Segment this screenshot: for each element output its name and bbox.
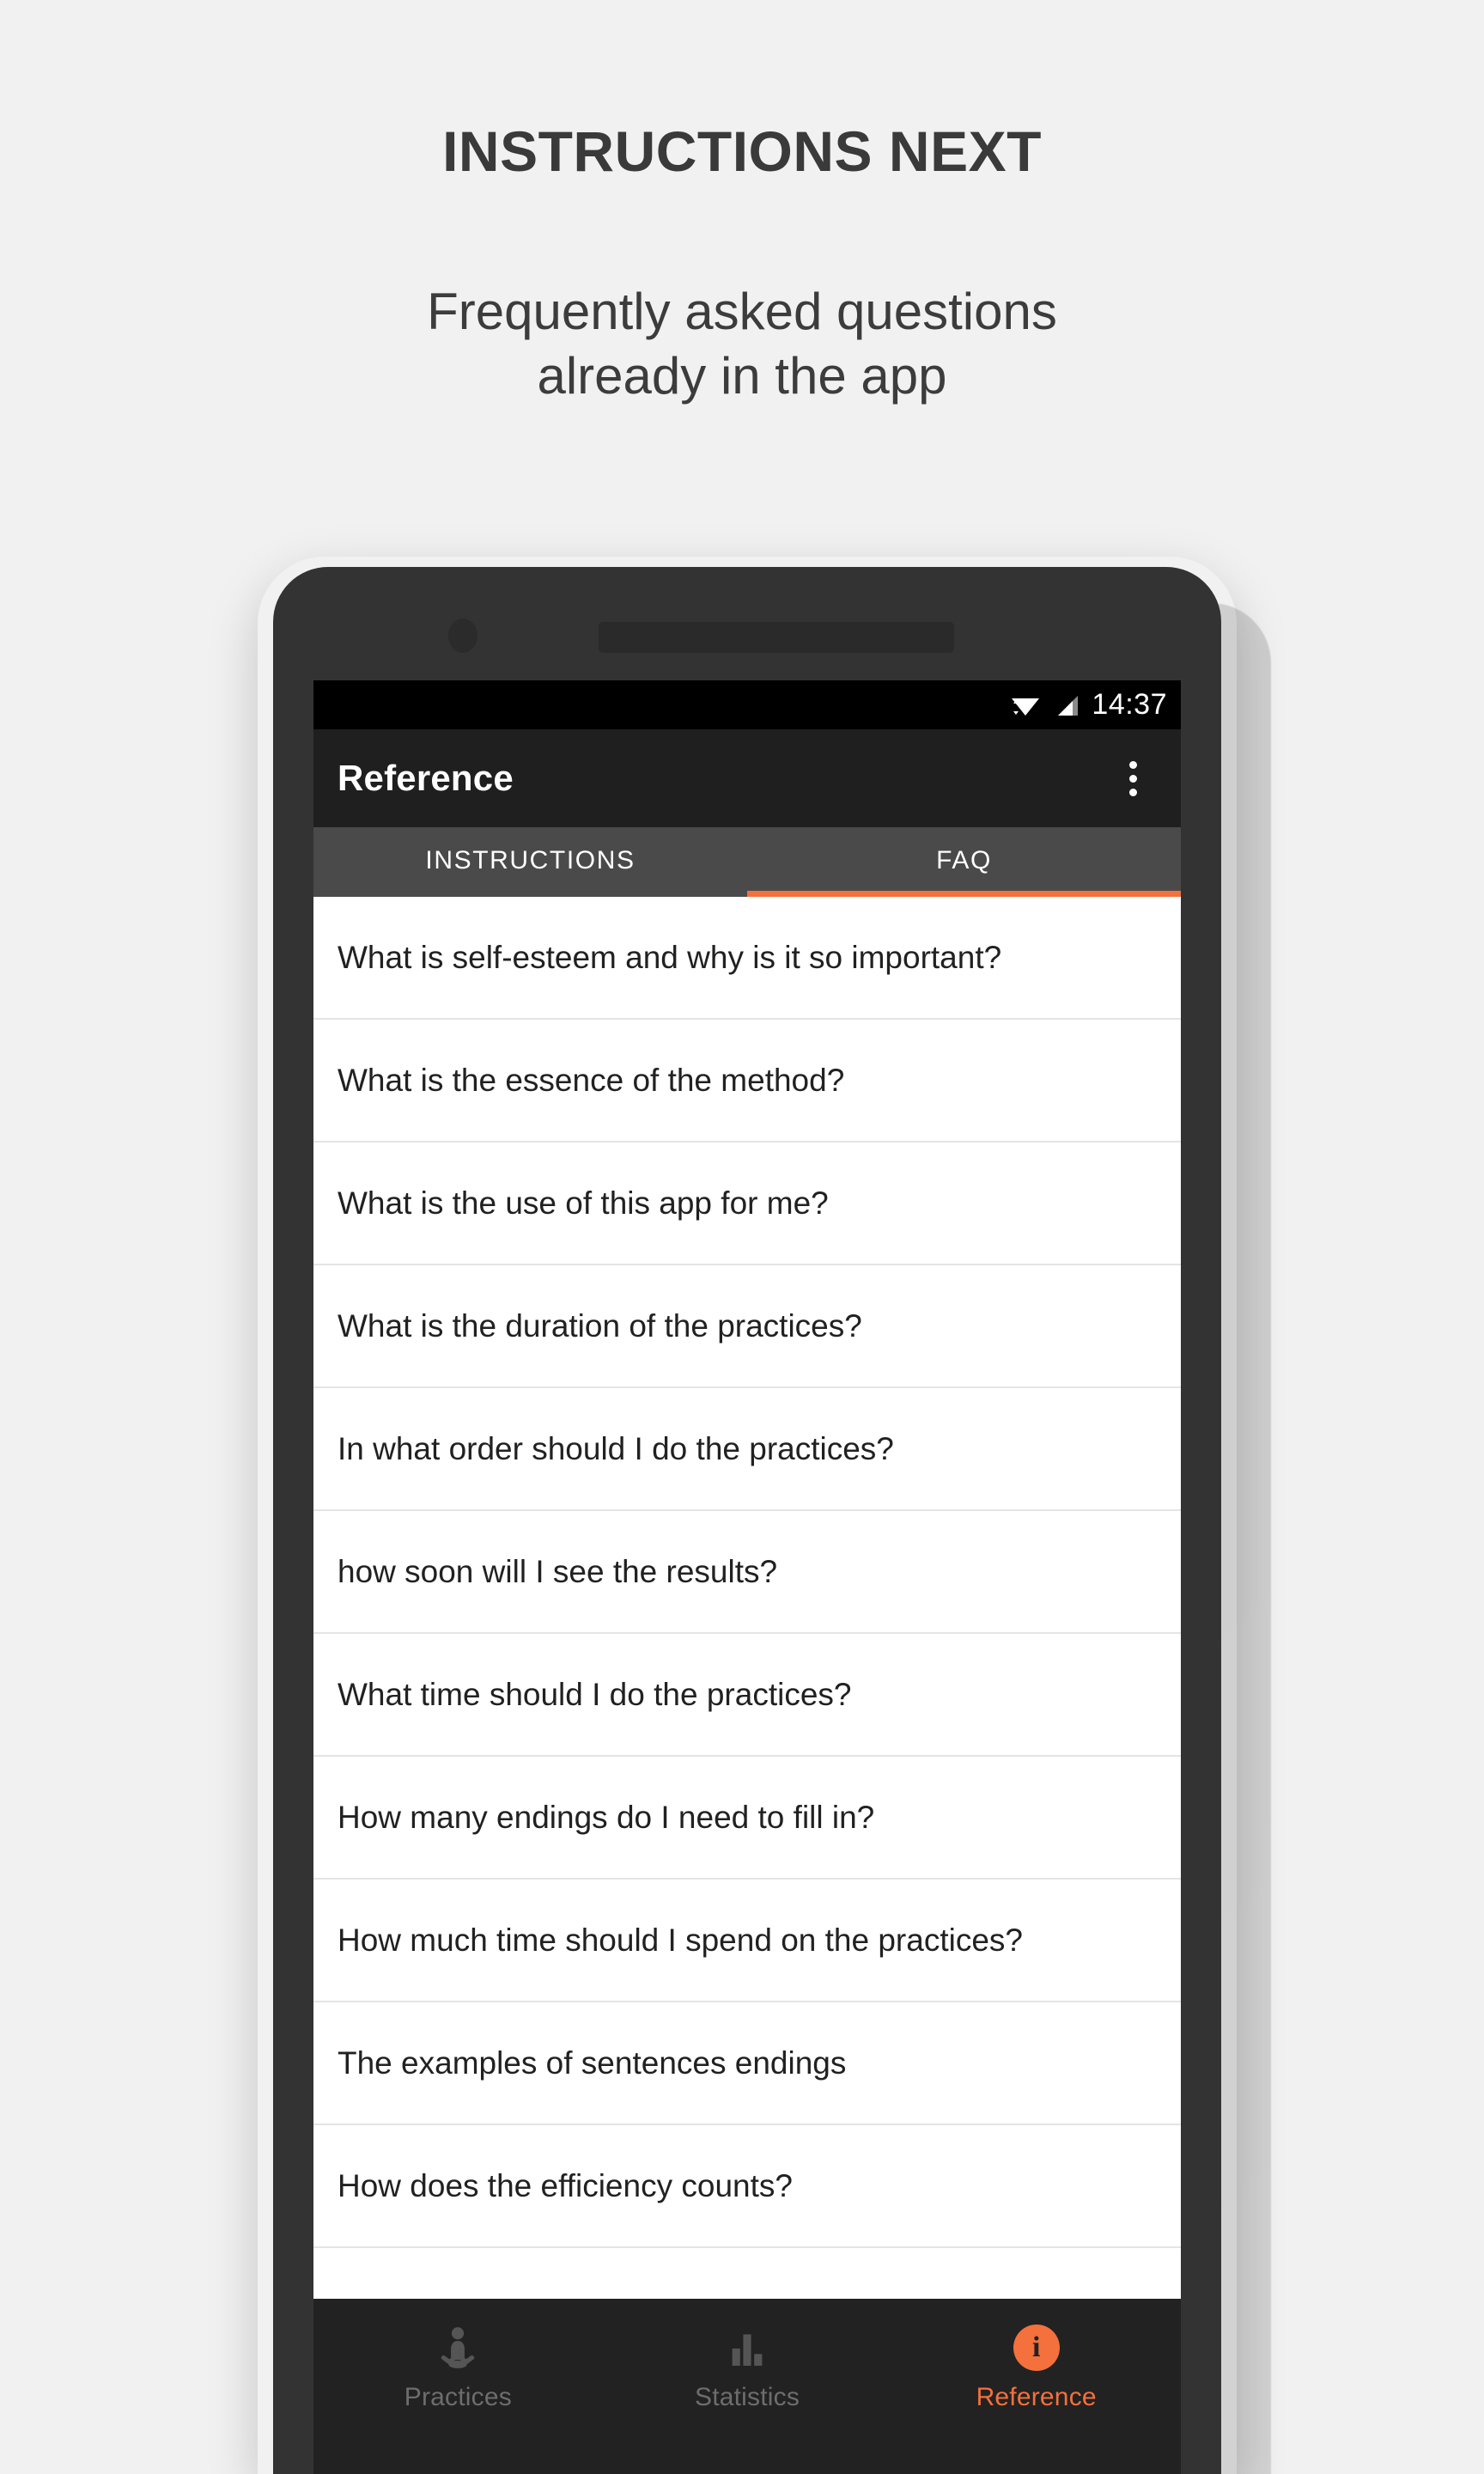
nav-item-statistics[interactable]: Statistics	[603, 2321, 892, 2412]
faq-question-text: How does the efficiency counts?	[338, 2167, 793, 2203]
overflow-dot	[1128, 760, 1137, 769]
promo-screenshot-page: INSTRUCTIONS NEXT Frequently asked quest…	[0, 0, 1484, 2474]
list-item[interactable]: How does the efficiency counts?	[313, 2125, 1181, 2248]
list-item[interactable]: how soon will I see the results?	[313, 1511, 1181, 1634]
faq-list[interactable]: What is self-esteem and why is it so imp…	[313, 897, 1181, 2299]
meditation-figure-icon	[438, 2321, 477, 2374]
nav-item-reference[interactable]: i Reference	[891, 2321, 1181, 2412]
faq-question-text: What is the duration of the practices?	[338, 1307, 862, 1344]
phone-mockup: 14:37 Reference INSTRUCTIONS FAQ What is…	[273, 567, 1221, 2474]
promo-title: INSTRUCTIONS NEXT	[442, 119, 1042, 183]
promo-subtitle-line-2: already in the app	[537, 347, 947, 405]
faq-question-text: how soon will I see the results?	[338, 1553, 778, 1589]
wifi-icon	[1011, 692, 1040, 718]
bar-chart-icon	[729, 2321, 765, 2374]
list-item[interactable]: What is the use of this app for me?	[313, 1143, 1181, 1265]
list-item[interactable]: What time should I do the practices?	[313, 1634, 1181, 1757]
page-title: Reference	[338, 758, 514, 798]
list-item[interactable]: The examples of sentences endings	[313, 2002, 1181, 2125]
faq-question-text: How much time should I spend on the prac…	[338, 1922, 1023, 1958]
phone-screen: 14:37 Reference INSTRUCTIONS FAQ What is…	[313, 680, 1181, 2474]
status-bar: 14:37	[313, 680, 1181, 729]
nav-label: Statistics	[694, 2383, 800, 2411]
list-item[interactable]: What is the essence of the method?	[313, 1020, 1181, 1143]
faq-question-text: What is self-esteem and why is it so imp…	[338, 939, 1002, 975]
list-item[interactable]: How many endings do I need to fill in?	[313, 1757, 1181, 1880]
phone-bezel-top	[273, 567, 1221, 680]
overflow-dot	[1128, 788, 1137, 796]
bottom-navigation-bar: Practices Statistics i Reference	[313, 2299, 1181, 2474]
faq-question-text: The examples of sentences endings	[338, 2044, 847, 2081]
faq-question-text: How many endings do I need to fill in?	[338, 1799, 875, 1835]
promo-subtitle-line-1: Frequently asked questions	[427, 283, 1057, 340]
promo-subtitle: Frequently asked questions already in th…	[227, 279, 1257, 408]
tab-bar: INSTRUCTIONS FAQ	[313, 827, 1181, 897]
list-item[interactable]: What is self-esteem and why is it so imp…	[313, 897, 1181, 1020]
list-item[interactable]: In what order should I do the practices?	[313, 1388, 1181, 1511]
cellular-signal-icon	[1052, 692, 1080, 718]
faq-question-text: What is the essence of the method?	[338, 1062, 845, 1098]
faq-question-text: What time should I do the practices?	[338, 1676, 852, 1712]
earpiece-speaker	[599, 622, 954, 653]
tab-instructions[interactable]: INSTRUCTIONS	[313, 827, 747, 897]
info-badge-glyph: i	[1013, 2325, 1060, 2371]
list-item[interactable]: How much time should I spend on the prac…	[313, 1880, 1181, 2002]
tab-faq[interactable]: FAQ	[747, 827, 1181, 897]
nav-item-practices[interactable]: Practices	[313, 2321, 603, 2412]
list-item[interactable]: What is the duration of the practices?	[313, 1265, 1181, 1388]
overflow-dot	[1128, 774, 1137, 783]
tab-active-indicator	[747, 891, 1181, 897]
faq-question-text: In what order should I do the practices?	[338, 1430, 894, 1466]
overflow-menu-icon[interactable]	[1109, 751, 1157, 806]
status-bar-clock: 14:37	[1092, 687, 1167, 721]
faq-question-text: What is the use of this app for me?	[338, 1185, 829, 1221]
nav-label: Reference	[976, 2383, 1097, 2411]
front-camera-icon	[448, 618, 477, 653]
nav-label: Practices	[404, 2383, 512, 2411]
app-bar: Reference	[313, 729, 1181, 827]
info-circle-icon: i	[1013, 2321, 1060, 2374]
